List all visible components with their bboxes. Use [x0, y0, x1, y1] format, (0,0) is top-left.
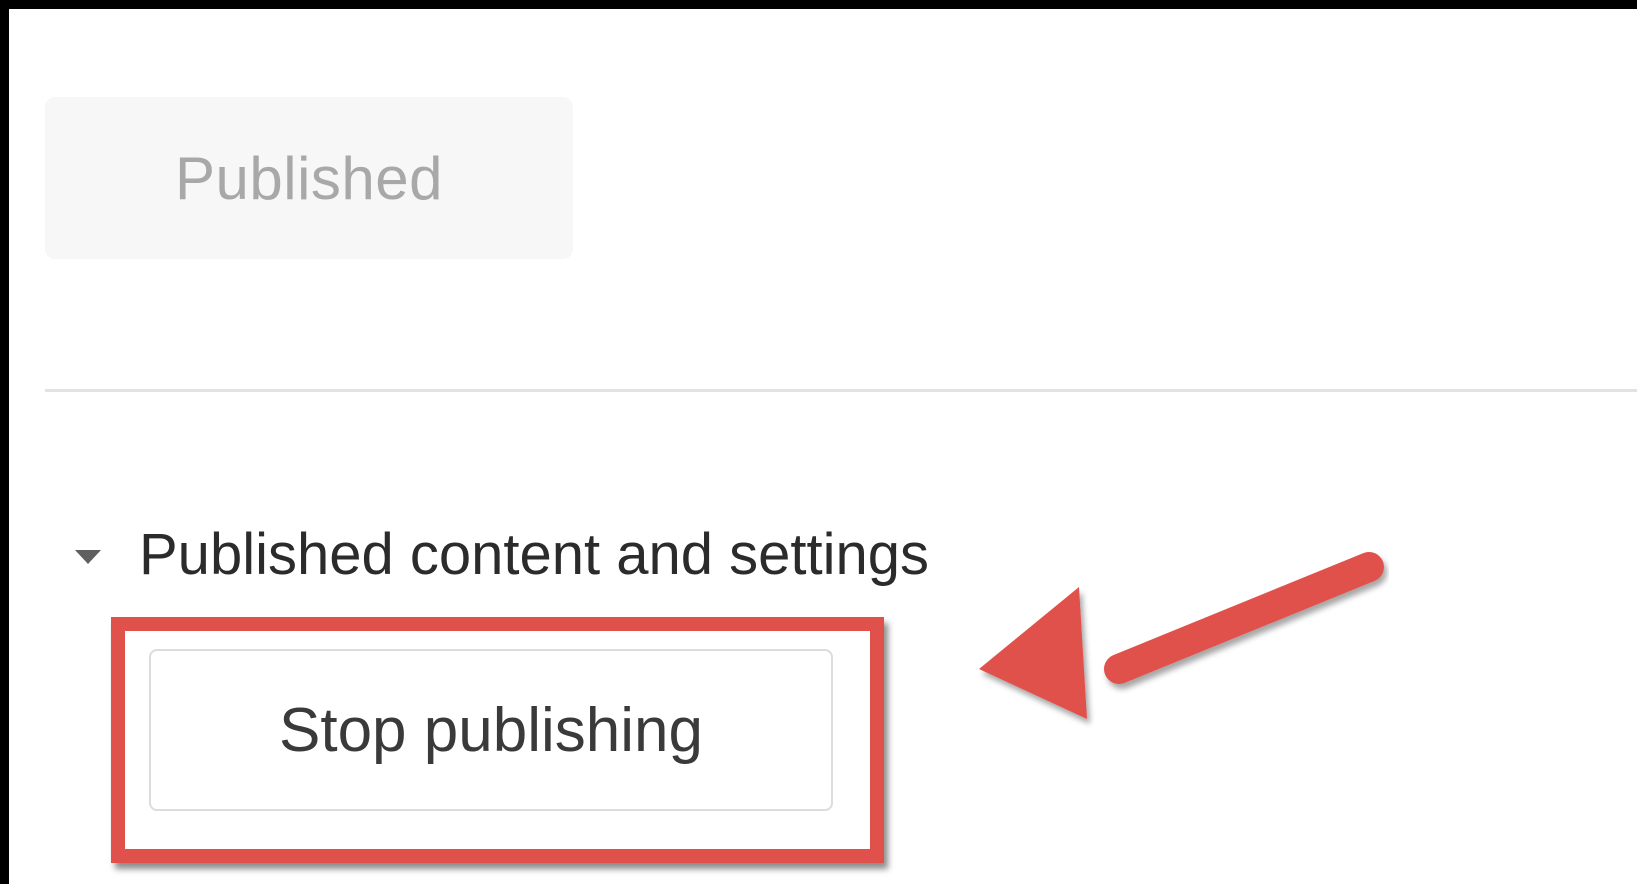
screenshot-frame: Published Published content and settings… [0, 0, 1637, 884]
published-status-button: Published [45, 97, 573, 259]
caret-down-icon [75, 549, 101, 564]
section-title: Published content and settings [139, 522, 929, 587]
published-content-settings-toggle[interactable]: Published content and settings [75, 521, 929, 588]
annotation-highlight-box [111, 617, 884, 863]
section-divider [45, 389, 1637, 392]
annotation-arrow-icon [979, 552, 1384, 719]
